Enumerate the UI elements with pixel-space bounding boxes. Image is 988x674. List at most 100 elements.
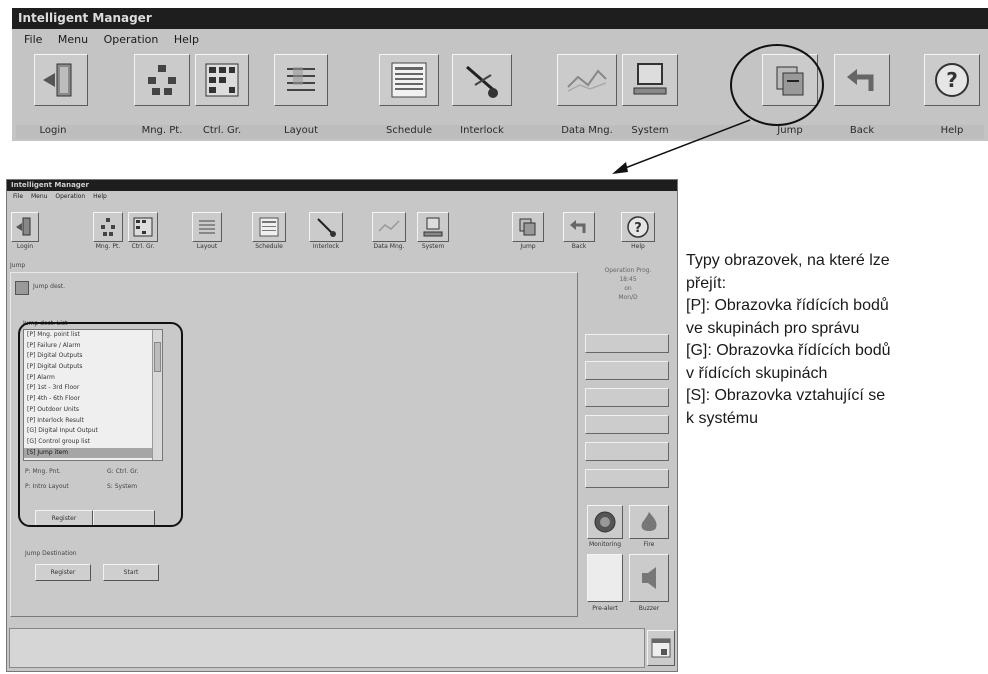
message-bar [9, 628, 645, 668]
small-help-button[interactable]: ? [621, 212, 655, 242]
small-layout-label: Layout [196, 243, 218, 250]
computer-icon [423, 217, 443, 237]
menu-help[interactable]: Help [174, 30, 199, 50]
layout-icon [287, 67, 315, 91]
back-arrow-icon [847, 69, 874, 91]
login-label: Login [39, 125, 67, 136]
small-help-label: Help [631, 243, 645, 250]
svg-text:?: ? [946, 68, 958, 92]
buzzer-button[interactable] [629, 554, 669, 602]
description-line: [G]: Obrazovka řídících bodů [686, 342, 891, 359]
pointer-arrow [612, 119, 751, 174]
help-icon: ? [935, 63, 969, 97]
layout-button[interactable] [274, 54, 328, 106]
menu-file[interactable]: File [24, 30, 42, 50]
control-group-icon [133, 217, 153, 237]
svg-text:?: ? [634, 221, 642, 236]
data-mng-button[interactable] [557, 54, 617, 106]
back-button[interactable] [834, 54, 890, 106]
jump-destination-label: Jump Destination [25, 550, 77, 557]
small-layout-button[interactable] [192, 212, 222, 242]
side-button-3[interactable] [585, 388, 669, 407]
small-mng-pt-button[interactable] [93, 212, 123, 242]
calendar-button[interactable] [647, 630, 675, 666]
small-schedule-button[interactable] [252, 212, 286, 242]
fire-icon [641, 512, 657, 531]
side-button-1[interactable] [585, 334, 669, 353]
monitoring-button[interactable] [587, 505, 623, 539]
control-group-icon [205, 63, 239, 97]
menu-operation[interactable]: Operation [104, 30, 159, 50]
description-line: [P]: Obrazovka řídících bodů [686, 297, 889, 314]
status-date: Mon/D [618, 294, 638, 301]
small-schedule-label: Schedule [255, 243, 283, 250]
description-line: v řídících skupinách [686, 364, 828, 382]
list-highlight-box [18, 322, 183, 527]
description: Typy obrazovek, na které lze přejít: [P]… [686, 250, 982, 430]
calendar-small-icon [651, 638, 671, 658]
chart-icon [567, 69, 607, 92]
interlock-button[interactable] [452, 54, 512, 106]
status-on: on [624, 285, 632, 292]
help-label: Help [940, 125, 964, 136]
small-menu-bar: File Menu Operation Help [7, 192, 107, 202]
pre-alert-label: Pre-alert [592, 605, 618, 612]
folder-icon [15, 281, 29, 295]
small-system-label: System [421, 243, 445, 250]
ctrl-gr-button[interactable] [195, 54, 249, 106]
small-interlock-label: Interlock [312, 243, 340, 250]
side-button-6[interactable] [585, 469, 669, 488]
small-menu-menu[interactable]: Menu [31, 192, 47, 202]
points-icon [148, 65, 176, 95]
small-system-button[interactable] [417, 212, 449, 242]
side-button-2[interactable] [585, 361, 669, 380]
side-button-4[interactable] [585, 415, 669, 434]
interlock-icon [317, 218, 336, 237]
monitoring-icon [594, 511, 616, 533]
small-login-label: Login [16, 243, 34, 250]
start-button[interactable]: Start [103, 564, 159, 581]
description-line: k systému [686, 409, 759, 427]
small-back-label: Back [571, 243, 587, 250]
monitoring-label: Monitoring [588, 541, 622, 548]
small-back-button[interactable] [563, 212, 595, 242]
mng-pt-button[interactable] [134, 54, 190, 106]
login-button[interactable] [34, 54, 88, 106]
description-line: [S]: Obrazovka vztahující se [686, 387, 886, 404]
jump-icon [519, 218, 536, 236]
fire-button[interactable] [629, 505, 669, 539]
pre-alert-button[interactable] [587, 554, 623, 602]
interlock-icon [466, 65, 498, 98]
door-icon [43, 63, 72, 97]
register-button-2[interactable]: Register [35, 564, 91, 581]
small-menu-file[interactable]: File [13, 192, 23, 202]
side-button-5[interactable] [585, 442, 669, 461]
description-line: přejít: [686, 274, 727, 292]
back-arrow-icon [570, 220, 586, 233]
small-ctrl-gr-button[interactable] [128, 212, 158, 242]
help-button[interactable]: ? [924, 54, 980, 106]
fire-label: Fire [643, 541, 655, 548]
small-login-button[interactable] [11, 212, 39, 242]
door-icon [16, 217, 31, 236]
system-button[interactable] [622, 54, 678, 106]
mng-pt-label: Mng. Pt. [141, 125, 183, 136]
menu-menu[interactable]: Menu [58, 30, 88, 50]
menu-bar: File Menu Operation Help [12, 30, 199, 50]
back-label: Back [849, 125, 875, 136]
status-operation: Operation Prog. [604, 267, 652, 274]
small-interlock-button[interactable] [309, 212, 343, 242]
description-line: ve skupinách pro správu [686, 319, 860, 337]
small-data-mng-label: Data Mng. [373, 243, 405, 250]
small-menu-operation[interactable]: Operation [55, 192, 85, 202]
small-menu-help[interactable]: Help [93, 192, 107, 202]
help-icon: ? [627, 216, 649, 238]
layout-icon [199, 220, 215, 234]
status-time: 18:45 [619, 276, 637, 283]
small-jump-label: Jump [520, 243, 536, 250]
small-data-mng-button[interactable] [372, 212, 406, 242]
small-jump-button[interactable] [512, 212, 544, 242]
section-label: Jump [10, 262, 26, 269]
schedule-button[interactable] [379, 54, 439, 106]
speaker-icon [642, 567, 656, 589]
